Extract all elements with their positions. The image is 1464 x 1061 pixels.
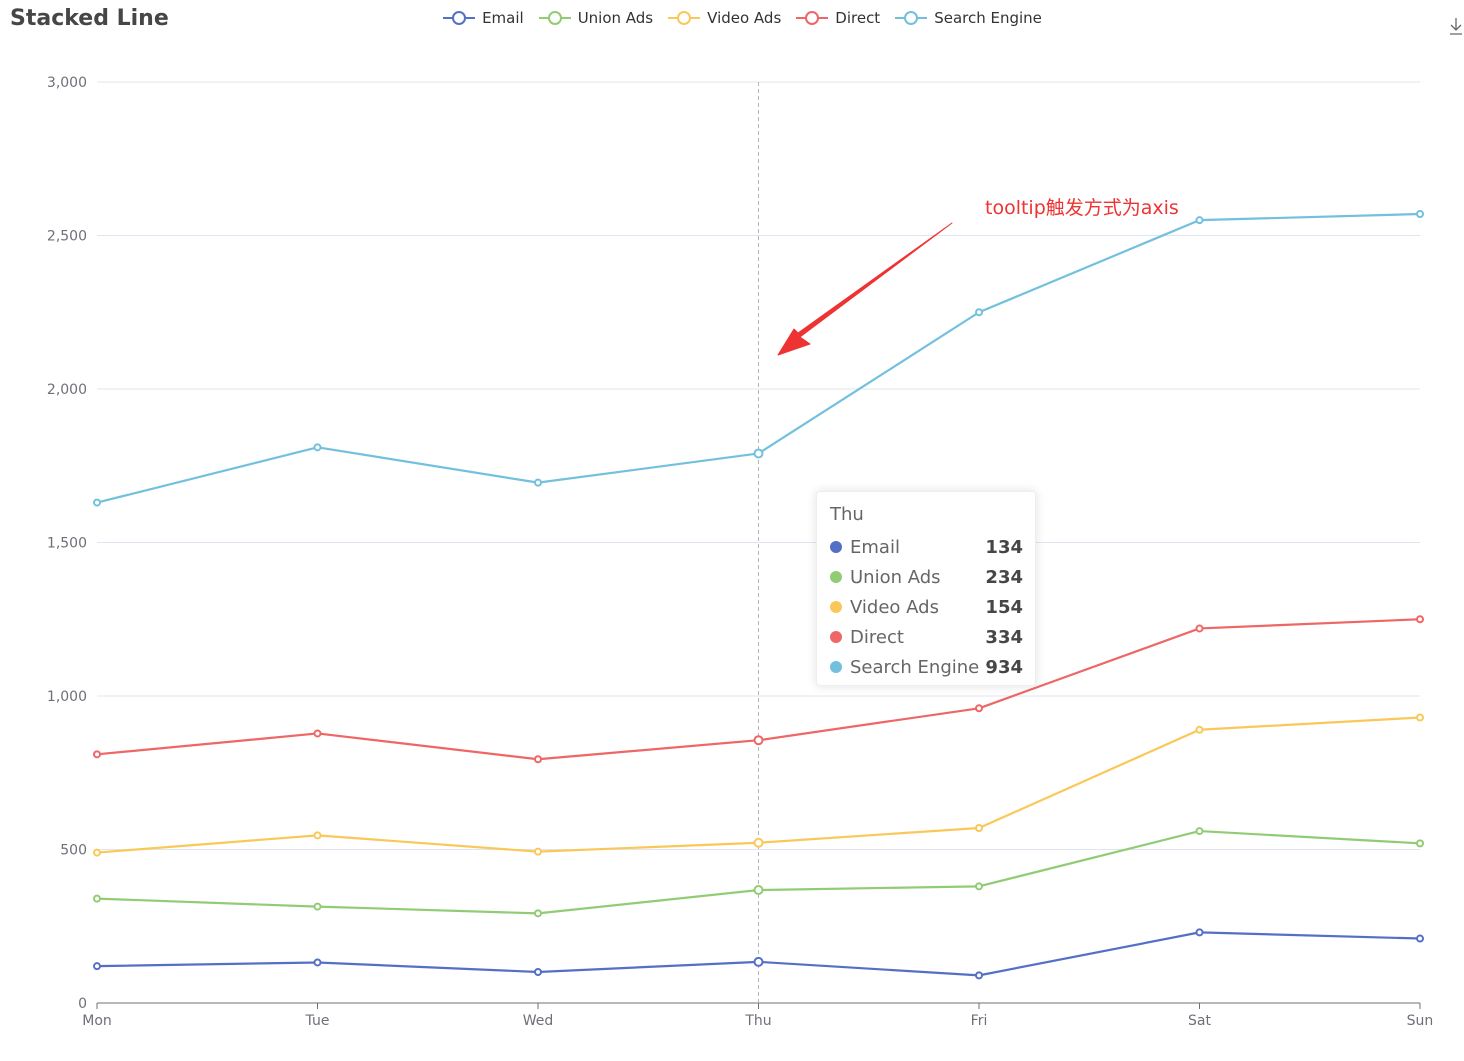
data-point — [93, 498, 101, 507]
tooltip-row-union-ads: Union Ads 234 — [830, 562, 1023, 592]
y-tick-label: 1,000 — [47, 689, 87, 705]
y-tick-label: 3,000 — [47, 75, 87, 91]
data-point — [753, 837, 764, 848]
data-point — [313, 729, 322, 738]
tooltip-series-name: Email — [850, 536, 900, 558]
x-tick-label: Sun — [1407, 1013, 1434, 1029]
data-point — [1195, 624, 1204, 633]
y-tick-label: 1,500 — [47, 536, 87, 552]
data-point — [93, 848, 101, 857]
data-point — [1416, 615, 1424, 624]
data-point — [313, 831, 322, 840]
data-point — [534, 967, 542, 976]
x-tick-label: Mon — [82, 1013, 112, 1029]
tooltip-row-video-ads: Video Ads 154 — [830, 592, 1023, 622]
x-tick-label: Thu — [744, 1013, 771, 1029]
data-point — [1195, 725, 1204, 734]
data-point — [753, 956, 764, 967]
tooltip-series-name: Direct — [850, 626, 904, 648]
data-point — [753, 885, 764, 896]
data-point — [313, 443, 322, 452]
x-tick-label: Sat — [1188, 1013, 1211, 1029]
data-point — [1195, 216, 1204, 225]
data-point — [534, 847, 542, 856]
data-point — [975, 824, 983, 833]
data-point — [93, 750, 101, 759]
tooltip-series-value: 234 — [985, 566, 1023, 588]
x-tick-label: Tue — [305, 1013, 330, 1029]
data-point — [975, 308, 983, 317]
tooltip-row-email: Email 134 — [830, 532, 1023, 562]
data-point — [534, 909, 542, 918]
data-point — [1416, 210, 1424, 219]
data-point — [1416, 839, 1424, 848]
annotation-text: tooltip触发方式为axis — [985, 197, 1179, 219]
series-dot-icon — [830, 601, 842, 613]
series-dot-icon — [830, 541, 842, 553]
data-point — [534, 755, 542, 764]
data-point — [1195, 827, 1204, 836]
data-point — [975, 882, 983, 891]
data-point — [93, 962, 101, 971]
x-tick-label: Wed — [523, 1013, 554, 1029]
data-point — [313, 958, 322, 967]
tooltip: Thu Email 134 Union Ads 234 Video Ads 15… — [816, 491, 1036, 686]
tooltip-series-value: 154 — [985, 596, 1023, 618]
tooltip-series-name: Search Engine — [850, 656, 980, 678]
data-point — [753, 448, 764, 459]
tooltip-series-value: 334 — [985, 626, 1023, 648]
y-tick-label: 2,500 — [47, 229, 87, 245]
tooltip-series-name: Union Ads — [850, 566, 941, 588]
data-point — [1416, 713, 1424, 722]
data-point — [534, 478, 542, 487]
annotation-arrow-icon — [777, 222, 953, 356]
y-tick-label: 0 — [78, 996, 87, 1012]
data-point — [93, 894, 101, 903]
x-tick-label: Fri — [971, 1013, 988, 1029]
data-point — [975, 704, 983, 713]
data-point — [1416, 934, 1424, 943]
data-point — [753, 735, 764, 746]
y-tick-label: 500 — [60, 843, 87, 859]
tooltip-row-search-engine: Search Engine 934 — [830, 652, 1023, 682]
tooltip-series-value: 134 — [985, 536, 1023, 558]
data-point — [313, 902, 322, 911]
tooltip-series-value: 934 — [985, 656, 1023, 678]
tooltip-row-direct: Direct 334 — [830, 622, 1023, 652]
tooltip-series-name: Video Ads — [850, 596, 939, 618]
tooltip-title: Thu — [830, 504, 864, 525]
series-dot-icon — [830, 631, 842, 643]
y-tick-label: 2,000 — [47, 382, 87, 398]
series-dot-icon — [830, 571, 842, 583]
data-point — [1195, 928, 1204, 937]
series-dot-icon — [830, 661, 842, 673]
chart-plot: 0 500 1,000 1,500 2,000 2,500 3,000 Mon Tue Wed Th… — [47, 75, 1434, 1029]
data-point — [975, 971, 983, 980]
